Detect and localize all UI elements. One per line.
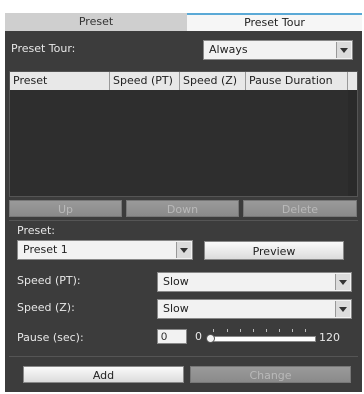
slider-tick xyxy=(279,329,280,332)
preset-tour-table: Preset Speed (PT) Speed (Z) Pause Durati… xyxy=(9,71,358,197)
chevron-down-icon xyxy=(176,242,191,258)
delete-button[interactable]: Delete xyxy=(243,200,357,217)
slider-tick xyxy=(213,329,214,332)
add-button[interactable]: Add xyxy=(23,366,184,383)
slider-tick xyxy=(305,329,306,332)
slider-tick xyxy=(253,329,254,332)
preset-value: Preset 1 xyxy=(23,243,68,256)
column-header-pause-duration[interactable]: Pause Duration xyxy=(246,72,348,90)
tab-preset-tour[interactable]: Preset Tour xyxy=(187,13,362,31)
chevron-down-icon xyxy=(335,274,350,290)
pause-min-label: 0 xyxy=(195,330,202,343)
chevron-down-icon xyxy=(335,301,350,317)
column-header-speed-z[interactable]: Speed (Z) xyxy=(180,72,246,90)
column-header-speed-pt[interactable]: Speed (PT) xyxy=(110,72,180,90)
tab-preset[interactable]: Preset xyxy=(5,13,187,31)
tab-bar: Preset Preset Tour xyxy=(5,13,362,31)
preview-button[interactable]: Preview xyxy=(204,241,344,260)
preset-select[interactable]: Preset 1 xyxy=(17,240,193,260)
pause-label: Pause (sec): xyxy=(17,331,84,344)
slider-tick xyxy=(266,329,267,332)
slider-tick xyxy=(292,329,293,332)
column-header-preset[interactable]: Preset xyxy=(10,72,110,90)
preset-label: Preset: xyxy=(17,224,56,237)
slider-tick xyxy=(227,329,228,332)
pause-slider-track[interactable] xyxy=(210,336,316,342)
speed-pt-select[interactable]: Slow xyxy=(157,272,352,292)
change-button[interactable]: Change xyxy=(190,366,351,383)
speed-pt-label: Speed (PT): xyxy=(17,274,81,287)
table-header: Preset Speed (PT) Speed (Z) Pause Durati… xyxy=(10,72,357,90)
table-scrollbar[interactable] xyxy=(348,90,357,196)
pause-slider-thumb[interactable] xyxy=(206,334,215,343)
slider-tick xyxy=(240,329,241,332)
speed-z-value: Slow xyxy=(163,302,189,315)
up-button[interactable]: Up xyxy=(9,200,122,217)
preset-tour-select[interactable]: Always xyxy=(203,40,353,60)
preset-tour-label: Preset Tour: xyxy=(11,42,76,55)
chevron-down-icon xyxy=(336,42,351,58)
speed-pt-value: Slow xyxy=(163,275,189,288)
preset-tour-value: Always xyxy=(209,43,248,56)
speed-z-select[interactable]: Slow xyxy=(157,299,352,319)
speed-z-label: Speed (Z): xyxy=(17,301,75,314)
section-divider xyxy=(9,220,358,221)
pause-max-label: 120 xyxy=(319,331,340,344)
down-button[interactable]: Down xyxy=(126,200,239,217)
pause-seconds-input[interactable] xyxy=(157,329,187,344)
preset-tour-panel: Preset Preset Tour Preset Tour: Always P… xyxy=(5,13,362,392)
section-divider xyxy=(9,356,358,357)
